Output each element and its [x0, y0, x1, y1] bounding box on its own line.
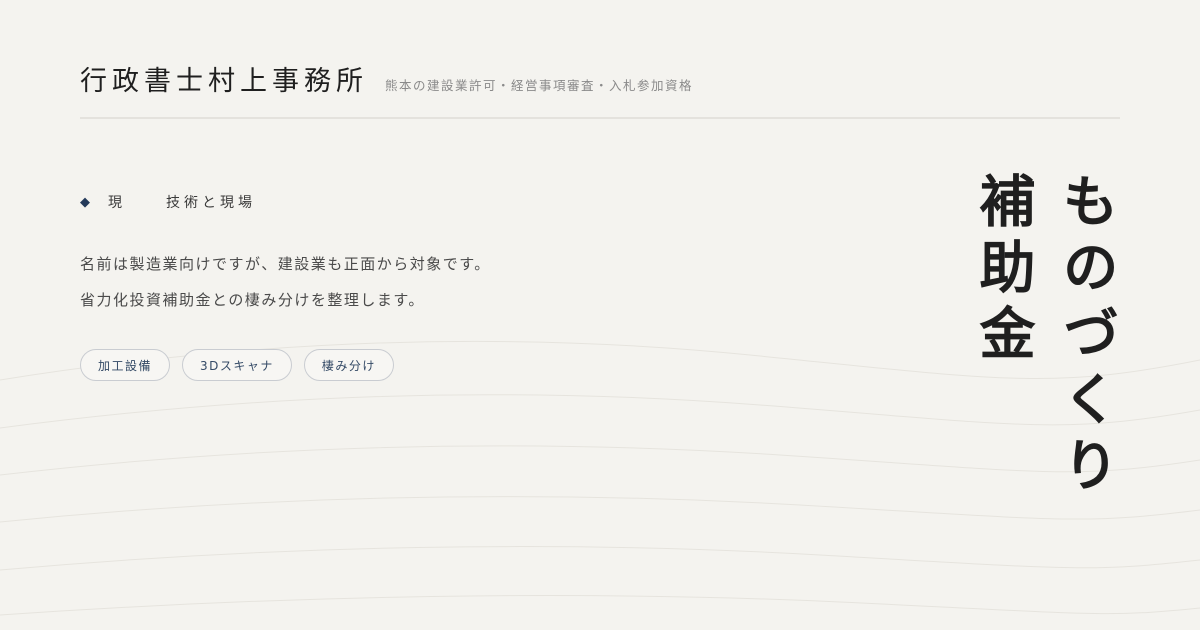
diamond-icon: ◆: [80, 194, 90, 210]
title-line-2: 補助金: [970, 172, 1036, 370]
title-line-1: ものづくり: [1053, 172, 1119, 502]
tag-pill[interactable]: 3Dスキャナ: [182, 349, 292, 381]
description-line: 名前は製造業向けですが、建設業も正面から対象です。: [80, 255, 491, 273]
tag-list: 加工設備 3Dスキャナ 棲み分け: [80, 349, 394, 381]
tag-pill[interactable]: 加工設備: [80, 349, 171, 381]
category-part-2: 技術と現場: [166, 195, 256, 211]
office-tagline: 熊本の建設業許可・経営事項審査・入札参加資格: [385, 78, 694, 93]
description: 名前は製造業向けですが、建設業も正面から対象です。 省力化投資補助金との棲み分け…: [80, 246, 840, 318]
category-part-1: 現: [108, 195, 126, 211]
category-label: ◆ 現 技術と現場: [80, 190, 256, 214]
site-header: 行政書士村上事務所 熊本の建設業許可・経営事項審査・入札参加資格: [80, 62, 1120, 118]
tag-pill[interactable]: 棲み分け: [303, 349, 394, 381]
office-name: 行政書士村上事務所: [80, 66, 368, 97]
description-line: 省力化投資補助金との棲み分けを整理します。: [80, 291, 425, 309]
header-divider: [80, 117, 1120, 119]
